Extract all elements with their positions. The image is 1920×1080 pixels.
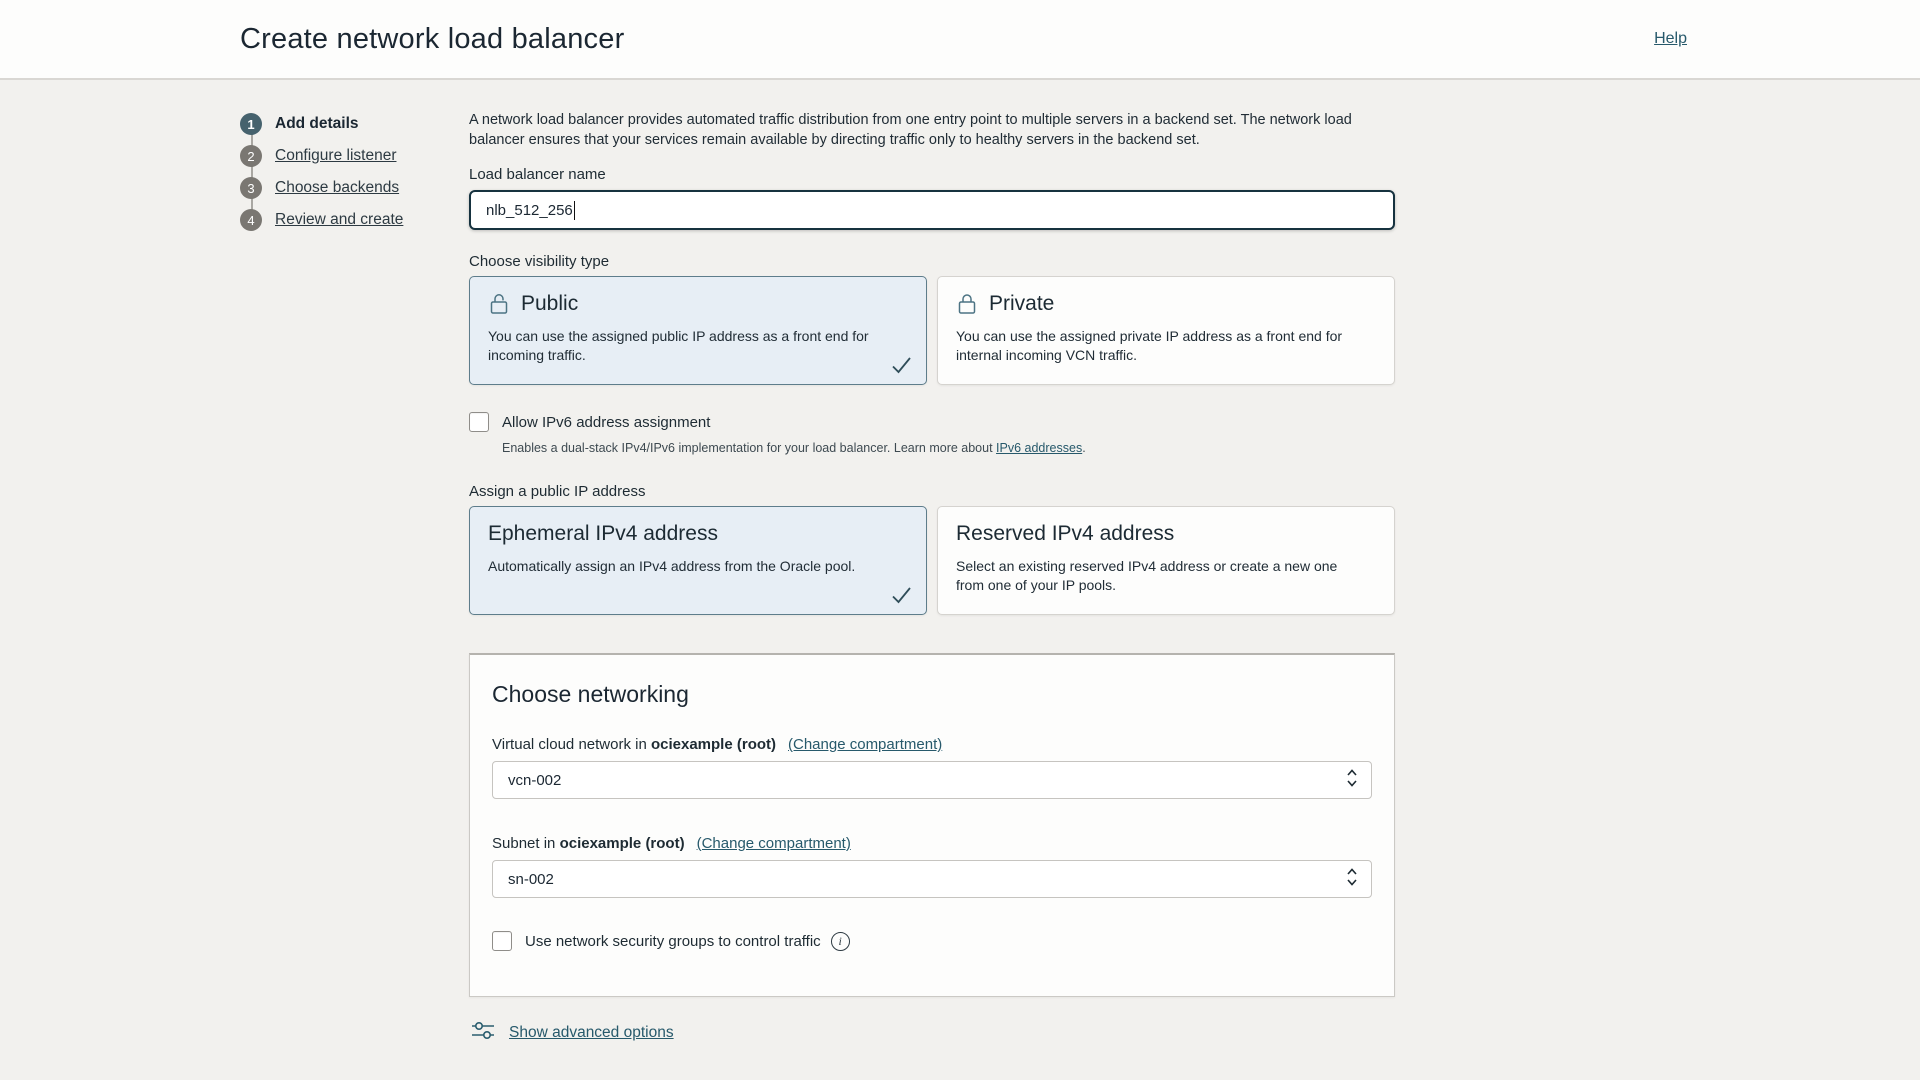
text-cursor [574,201,576,220]
page-title: Create network load balancer [240,23,624,56]
selected-check-icon [891,356,912,374]
vcn-change-compartment-link[interactable]: (Change compartment) [788,736,942,753]
step-number-badge: 1 [240,113,262,135]
show-advanced-options-link[interactable]: Show advanced options [509,1024,674,1042]
subnet-select[interactable]: sn-002 [492,860,1372,898]
vcn-select-value: vcn-002 [508,772,561,789]
subnet-select-value: sn-002 [508,871,554,888]
step-link-configure-listener[interactable]: Configure listener [275,147,396,165]
help-link[interactable]: Help [1654,30,1687,48]
ipv6-note-suffix: . [1082,441,1085,455]
step-label-add-details: Add details [275,115,359,133]
subnet-label: Subnet in ociexample (root) (Change compa… [492,835,1372,852]
ipv6-checkbox[interactable] [469,412,489,432]
unlock-icon [488,292,510,316]
select-chevrons-icon [1346,767,1358,793]
visibility-public-description: You can use the assigned public IP addre… [488,327,876,365]
public-ip-card-row: Ephemeral IPv4 address Automatically ass… [469,506,1395,615]
ephemeral-ip-title: Ephemeral IPv4 address [488,522,718,546]
ipv6-addresses-link[interactable]: IPv6 addresses [996,441,1082,455]
ip-card-ephemeral[interactable]: Ephemeral IPv4 address Automatically ass… [469,506,927,615]
step-choose-backends[interactable]: 3 Choose backends [240,172,403,204]
load-balancer-name-input[interactable]: nlb_512_256 [469,190,1395,230]
ipv6-note-text: Enables a dual-stack IPv4/IPv6 implement… [502,441,996,455]
step-number-badge: 4 [240,209,262,231]
vcn-label: Virtual cloud network in ociexample (roo… [492,736,1372,753]
nsg-checkbox-row: Use network security groups to control t… [492,931,1372,951]
step-add-details: 1 Add details [240,108,403,140]
info-icon[interactable]: i [831,932,850,951]
step-configure-listener[interactable]: 2 Configure listener [240,140,403,172]
advanced-options-row: Show advanced options [469,1020,1395,1046]
visibility-card-private[interactable]: Private You can use the assigned private… [937,276,1395,385]
load-balancer-name-label: Load balancer name [469,166,1395,183]
visibility-private-description: You can use the assigned private IP addr… [956,327,1344,365]
selected-check-icon [891,586,912,604]
ipv6-note: Enables a dual-stack IPv4/IPv6 implement… [502,441,1395,455]
intro-text: A network load balancer provides automat… [469,110,1395,150]
step-link-choose-backends[interactable]: Choose backends [275,179,399,197]
nsg-checkbox-label: Use network security groups to control t… [525,933,821,950]
step-link-review-create[interactable]: Review and create [275,211,403,229]
load-balancer-name-value: nlb_512_256 [486,202,573,219]
vcn-compartment: ociexample (root) [651,736,776,753]
networking-title: Choose networking [492,681,1372,708]
vcn-label-prefix: Virtual cloud network in [492,736,651,753]
step-review-create[interactable]: 4 Review and create [240,204,403,236]
subnet-block: Subnet in ociexample (root) (Change compa… [492,835,1372,898]
visibility-private-title: Private [989,292,1054,316]
ipv6-checkbox-row: Allow IPv6 address assignment [469,412,1395,432]
choose-networking-panel: Choose networking Virtual cloud network … [469,653,1395,997]
subnet-label-prefix: Subnet in [492,835,560,852]
nsg-checkbox[interactable] [492,931,512,951]
step-number-badge: 3 [240,177,262,199]
ip-card-reserved[interactable]: Reserved IPv4 address Select an existing… [937,506,1395,615]
reserved-ip-title: Reserved IPv4 address [956,522,1174,546]
sliders-icon [471,1020,496,1046]
visibility-card-row: Public You can use the assigned public I… [469,276,1395,385]
add-details-form: A network load balancer provides automat… [469,110,1395,1046]
visibility-type-label: Choose visibility type [469,253,1395,270]
visibility-public-title: Public [521,292,578,316]
wizard-stepper: 1 Add details 2 Configure listener 3 Cho… [240,108,403,236]
subnet-compartment: ociexample (root) [560,835,685,852]
lock-icon [956,292,978,316]
public-ip-label: Assign a public IP address [469,483,1395,500]
page-header: Create network load balancer Help [0,0,1920,80]
ipv6-checkbox-label: Allow IPv6 address assignment [502,414,710,431]
subnet-change-compartment-link[interactable]: (Change compartment) [697,835,851,852]
ephemeral-ip-description: Automatically assign an IPv4 address fro… [488,557,876,576]
vcn-select[interactable]: vcn-002 [492,761,1372,799]
select-chevrons-icon [1346,866,1358,892]
visibility-card-public[interactable]: Public You can use the assigned public I… [469,276,927,385]
step-number-badge: 2 [240,145,262,167]
reserved-ip-description: Select an existing reserved IPv4 address… [956,557,1344,595]
